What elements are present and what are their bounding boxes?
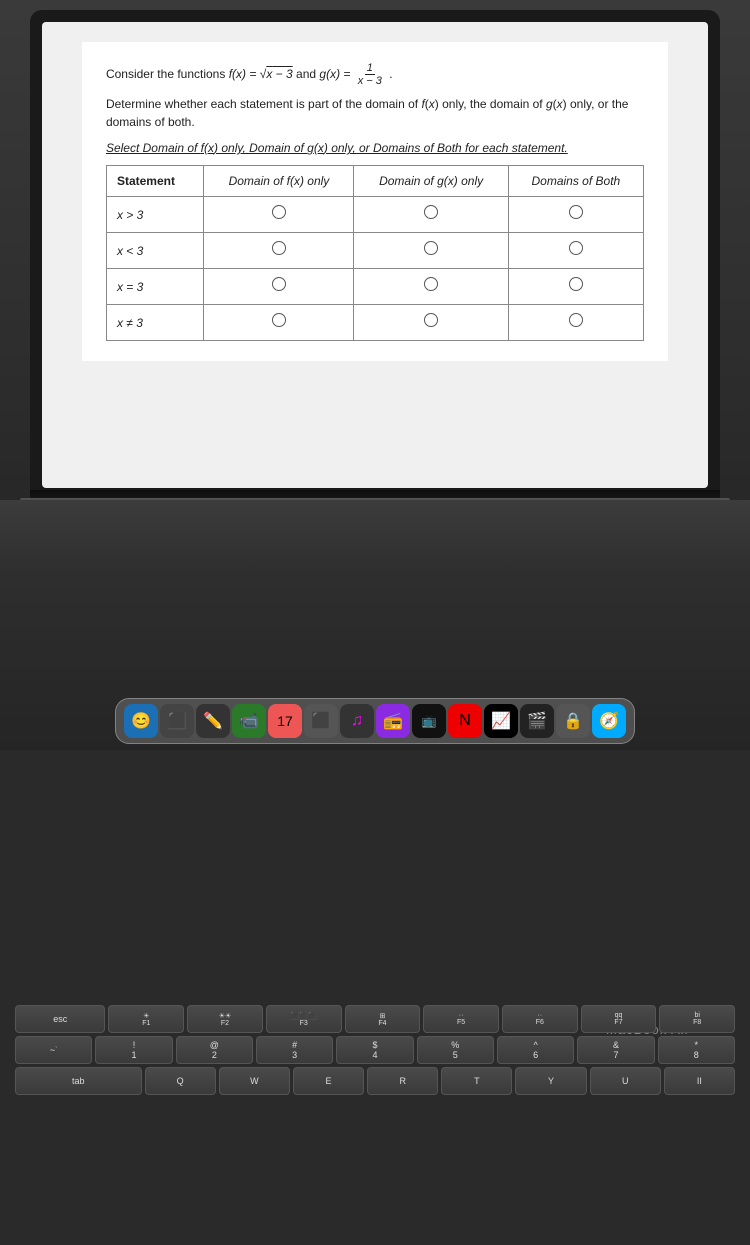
key-q[interactable]: Q (145, 1067, 216, 1095)
key-tilde[interactable]: ~` (15, 1036, 92, 1064)
radio-both-2[interactable] (508, 233, 643, 269)
dock-appletv[interactable]: 📺 (412, 704, 446, 738)
key-1[interactable]: !1 (95, 1036, 172, 1064)
key-e[interactable]: E (293, 1067, 364, 1095)
key-y[interactable]: Y (515, 1067, 586, 1095)
col-fx-only: Domain of f(x) only (204, 166, 354, 197)
dock-stocks[interactable]: 📈 (484, 704, 518, 738)
key-3[interactable]: #3 (256, 1036, 333, 1064)
laptop-bottom: MacBook Air esc ☀F1 ☀☀F2 ⬛⬛⬛F3 ⊞F4 ··F5 … (0, 500, 750, 750)
col-statement: Statement (106, 166, 203, 197)
instruction1: Determine whether each statement is part… (106, 95, 644, 131)
dock-launchpad[interactable]: ⬛ (160, 704, 194, 738)
fraction: 1 x − 3 (356, 62, 384, 87)
table-row: x ≠ 3 (106, 305, 643, 341)
key-6[interactable]: ^6 (497, 1036, 574, 1064)
intro-text: Consider the functions f(x) = √x − 3 and… (106, 62, 644, 87)
table-row: x = 3 (106, 269, 643, 305)
table-row: x < 3 (106, 233, 643, 269)
key-7[interactable]: &7 (577, 1036, 654, 1064)
instruction2: Select Domain of f(x) only, Domain of g(… (106, 139, 644, 157)
key-row-fn: esc ☀F1 ☀☀F2 ⬛⬛⬛F3 ⊞F4 ··F5 ··F6 qqF7 bi… (15, 1005, 735, 1033)
radio-gx-3[interactable] (354, 269, 508, 305)
key-2[interactable]: @2 (176, 1036, 253, 1064)
statement-cell: x > 3 (106, 197, 203, 233)
key-r[interactable]: R (367, 1067, 438, 1095)
dock-music[interactable]: ♫ (340, 704, 374, 738)
key-u[interactable]: U (590, 1067, 661, 1095)
dock-finder[interactable]: 😊 (124, 704, 158, 738)
dock-safari[interactable]: 🧭 (592, 704, 626, 738)
statement-cell: x < 3 (106, 233, 203, 269)
statement-cell: x = 3 (106, 269, 203, 305)
key-5[interactable]: %5 (417, 1036, 494, 1064)
dock-apps[interactable]: ⬛ (304, 704, 338, 738)
key-f7[interactable]: qqF7 (581, 1005, 657, 1033)
key-tab[interactable]: tab (15, 1067, 142, 1095)
dock-imovie[interactable]: 🎬 (520, 704, 554, 738)
table-row: x > 3 (106, 197, 643, 233)
key-f4[interactable]: ⊞F4 (345, 1005, 421, 1033)
radio-fx-2[interactable] (204, 233, 354, 269)
dock-podcast[interactable]: 📻 (376, 704, 410, 738)
key-t[interactable]: T (441, 1067, 512, 1095)
key-8[interactable]: *8 (658, 1036, 735, 1064)
dock-pencil[interactable]: ✏️ (196, 704, 230, 738)
key-i[interactable]: II (664, 1067, 735, 1095)
dock: 😊 ⬛ ✏️ 📹 17 ⬛ ♫ 📻 📺 N 📈 🎬 🔒 🧭 (115, 698, 635, 744)
dock-calendar[interactable]: 17 (268, 704, 302, 738)
radio-fx-3[interactable] (204, 269, 354, 305)
domain-table: Statement Domain of f(x) only Domain of … (106, 165, 644, 341)
key-f5[interactable]: ··F5 (423, 1005, 499, 1033)
screen-content: Consider the functions f(x) = √x − 3 and… (42, 22, 708, 488)
key-4[interactable]: $4 (336, 1036, 413, 1064)
document: Consider the functions f(x) = √x − 3 and… (82, 42, 668, 361)
col-both: Domains of Both (508, 166, 643, 197)
key-f3[interactable]: ⬛⬛⬛F3 (266, 1005, 342, 1033)
radio-fx-4[interactable] (204, 305, 354, 341)
keyboard-area: esc ☀F1 ☀☀F2 ⬛⬛⬛F3 ⊞F4 ··F5 ··F6 qqF7 bi… (15, 1005, 735, 1245)
dock-facetime[interactable]: 📹 (232, 704, 266, 738)
key-f1[interactable]: ☀F1 (108, 1005, 184, 1033)
laptop-outer: Consider the functions f(x) = √x − 3 and… (0, 0, 750, 750)
key-f2[interactable]: ☀☀F2 (187, 1005, 263, 1033)
f-definition: f(x) = √x − 3 (229, 67, 296, 81)
radio-gx-1[interactable] (354, 197, 508, 233)
col-gx-only: Domain of g(x) only (354, 166, 508, 197)
statement-cell: x ≠ 3 (106, 305, 203, 341)
key-row-qwerty: tab Q W E R T Y U II (15, 1067, 735, 1095)
dock-security[interactable]: 🔒 (556, 704, 590, 738)
screen-bezel: Consider the functions f(x) = √x − 3 and… (30, 10, 720, 500)
radio-gx-4[interactable] (354, 305, 508, 341)
g-definition: g(x) = 1 x − 3 (319, 67, 389, 81)
key-row-numbers: ~` !1 @2 #3 $4 %5 ^6 &7 *8 (15, 1036, 735, 1064)
radio-both-1[interactable] (508, 197, 643, 233)
radio-both-4[interactable] (508, 305, 643, 341)
key-f6[interactable]: ··F6 (502, 1005, 578, 1033)
radio-fx-1[interactable] (204, 197, 354, 233)
key-esc[interactable]: esc (15, 1005, 105, 1033)
key-f8[interactable]: biF8 (659, 1005, 735, 1033)
radio-both-3[interactable] (508, 269, 643, 305)
radio-gx-2[interactable] (354, 233, 508, 269)
key-w[interactable]: W (219, 1067, 290, 1095)
dock-news[interactable]: N (448, 704, 482, 738)
